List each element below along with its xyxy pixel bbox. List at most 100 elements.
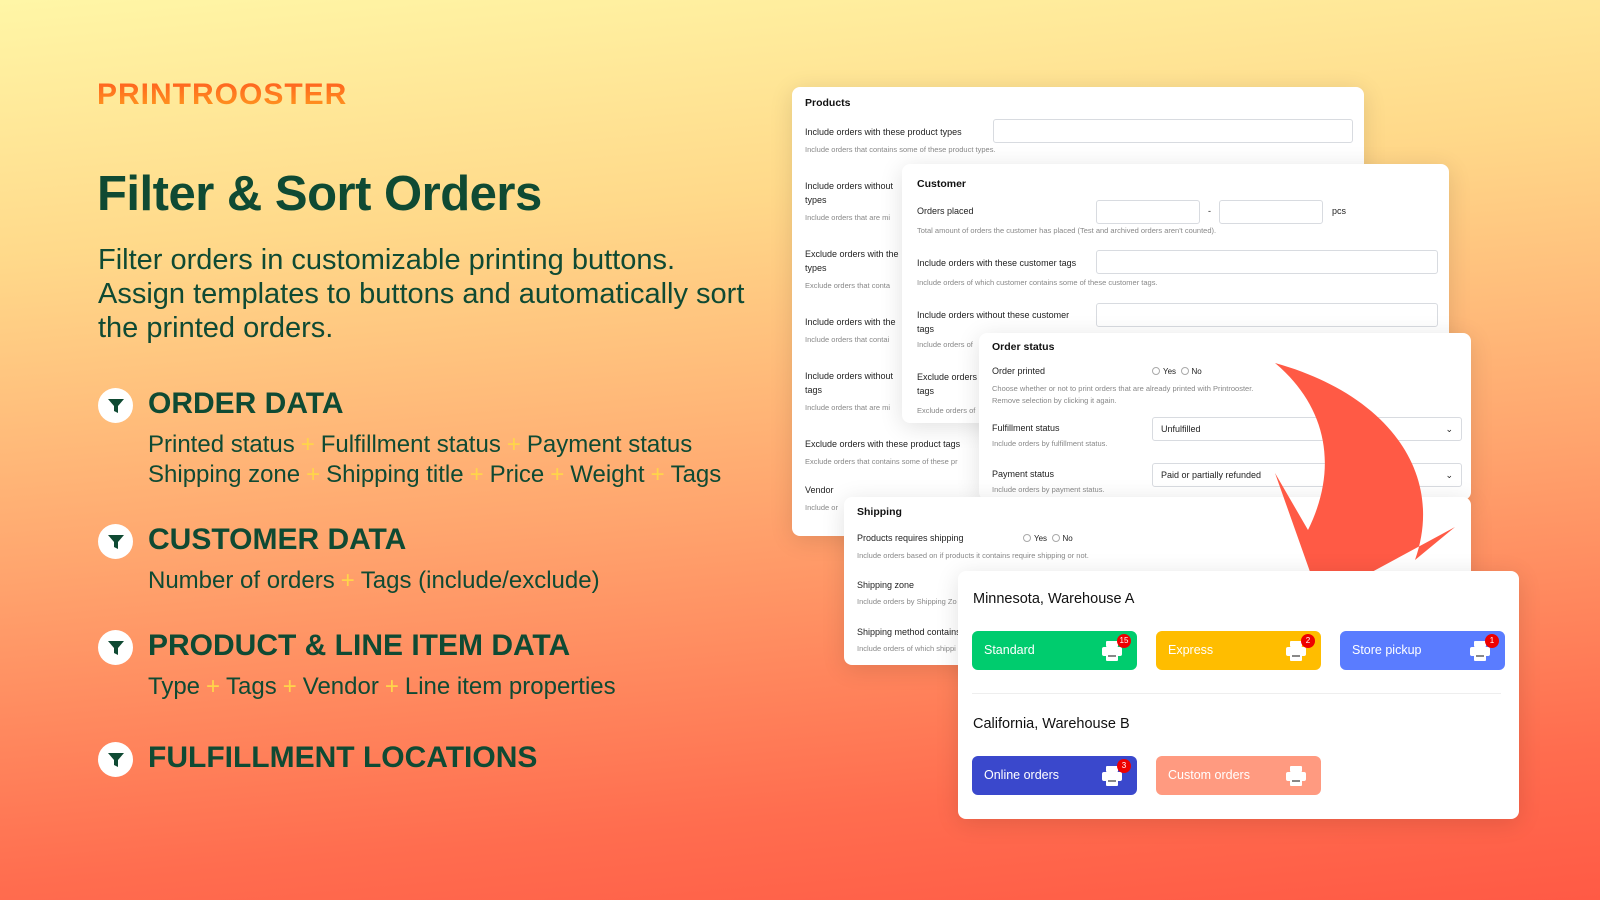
print-button[interactable]: Online orders 3 xyxy=(972,756,1137,795)
radio-yes[interactable] xyxy=(1152,367,1160,375)
customer-title: Customer xyxy=(917,178,967,190)
filter-label: Include orders with the xyxy=(805,317,896,327)
count-badge: 3 xyxy=(1117,759,1131,773)
payment-label: Payment status xyxy=(992,469,1055,479)
count-badge: 2 xyxy=(1301,634,1315,648)
warehouse-name: California, Warehouse B xyxy=(973,716,1130,732)
yes-label: Yes xyxy=(1163,367,1177,376)
feature-item: Fulfillment status xyxy=(320,431,501,458)
orders-help: Total amount of orders the customer has … xyxy=(917,226,1217,235)
method-help: Include orders of which shippi xyxy=(857,644,956,653)
orders-max-input[interactable] xyxy=(1219,200,1323,224)
feature-item: Weight xyxy=(570,461,645,488)
exclude-tags-label: Include orders without these customer ta… xyxy=(917,310,1070,334)
section-heading: CUSTOMER DATA xyxy=(148,523,407,556)
exclude-orders-label: Exclude orders tags xyxy=(917,372,978,396)
payment-help: Include orders by payment status. xyxy=(992,485,1105,494)
products-title: Products xyxy=(805,97,851,109)
feature-item: Line item properties xyxy=(404,673,616,700)
requires-shipping-radios[interactable]: Yes No xyxy=(1023,532,1073,546)
requires-help: Include orders based on if products it c… xyxy=(857,551,1089,560)
section-features: Printed status + Fulfillment status + Paymen… xyxy=(148,430,692,460)
include-tags-label: Include orders with these customer tags xyxy=(917,258,1077,268)
plus-separator: + xyxy=(340,567,355,594)
feature-item: Payment status xyxy=(526,431,693,458)
radio-no[interactable] xyxy=(1180,367,1189,375)
filter-icon xyxy=(98,630,133,665)
shipping-method-label: Shipping method contains xyxy=(857,627,961,637)
plus-separator: + xyxy=(506,431,521,458)
filter-label: Include orders without types xyxy=(805,181,894,205)
filter-help: Include orders that are mi xyxy=(805,403,891,412)
plus-separator: + xyxy=(384,673,399,700)
feature-item: Tags (include/exclude) xyxy=(360,567,600,594)
section-heading: PRODUCT & LINE ITEM DATA xyxy=(148,629,571,662)
print-button[interactable]: Store pickup 1 xyxy=(1340,631,1505,670)
fulfillment-help: Include orders by fulfillment status. xyxy=(992,439,1108,448)
exclude-orders-help: Exclude orders of xyxy=(917,406,976,415)
section-heading: ORDER DATA xyxy=(148,387,344,420)
feature-item: Shipping title xyxy=(326,461,464,488)
feature-item: Shipping zone xyxy=(148,461,301,488)
filter-help: Include orders that contains some of the… xyxy=(805,145,996,154)
button-label: Store pickup xyxy=(1352,643,1422,657)
filter-label: Exclude orders with the types xyxy=(805,249,899,273)
product-types-input[interactable] xyxy=(993,119,1353,143)
feature-item: Tags xyxy=(670,461,722,488)
print-button[interactable]: Standard 15 xyxy=(972,631,1137,670)
warehouse-card: Minnesota, Warehouse A Standard 15 Express 2… xyxy=(958,571,1519,819)
feature-item: Vendor xyxy=(302,673,379,700)
filter-label: Include orders without tags xyxy=(805,371,894,395)
section-features: Shipping zone + Shipping title + Price + Weigh… xyxy=(148,460,721,490)
filter-help: Exclude orders that contains some of the… xyxy=(805,457,958,466)
count-badge: 1 xyxy=(1485,634,1499,648)
divider xyxy=(972,693,1501,694)
feature-item: Tags xyxy=(226,673,277,700)
plus-separator: + xyxy=(469,461,484,488)
fulfillment-label: Fulfillment status xyxy=(992,423,1060,433)
zone-help: Include orders by Shipping Zo xyxy=(857,597,957,606)
exclude-tags-input[interactable] xyxy=(1096,303,1438,327)
feature-item: Price xyxy=(489,461,545,488)
no-label: No xyxy=(1191,367,1202,376)
plus-separator: + xyxy=(206,673,221,700)
radio-no[interactable] xyxy=(1051,534,1060,542)
plus-separator: + xyxy=(300,431,315,458)
plus-separator: + xyxy=(550,461,565,488)
plus-separator: + xyxy=(306,461,321,488)
filter-icon xyxy=(98,742,133,777)
order-printed-radios[interactable]: Yes No xyxy=(1152,365,1202,379)
print-button[interactable]: Express 2 xyxy=(1156,631,1321,670)
filter-help: Include orders that contai xyxy=(805,335,890,344)
range-dash: - xyxy=(1208,206,1211,216)
printer-icon xyxy=(1286,766,1306,786)
filter-icon xyxy=(98,388,133,423)
yes-label: Yes xyxy=(1034,534,1048,543)
printed-help: Choose whether or not to print orders th… xyxy=(992,384,1254,405)
order-status-title: Order status xyxy=(992,341,1055,353)
radio-yes[interactable] xyxy=(1023,534,1031,542)
pcs-unit: pcs xyxy=(1332,206,1347,216)
fulfillment-value: Unfulfilled xyxy=(1161,424,1201,434)
page-title: Filter & Sort Orders xyxy=(97,167,542,221)
feature-item: Printed status xyxy=(148,431,295,458)
button-label: Custom orders xyxy=(1168,768,1250,782)
no-label: No xyxy=(1062,534,1073,543)
filter-icon xyxy=(98,524,133,559)
exclude-tags-help: Include orders of xyxy=(917,340,973,349)
feature-item: Type xyxy=(148,673,201,700)
printer-icon xyxy=(1285,765,1307,790)
requires-shipping-label: Products requires shipping xyxy=(857,533,964,543)
filter-label: Vendor xyxy=(805,485,834,495)
include-tags-input[interactable] xyxy=(1096,250,1438,274)
orders-min-input[interactable] xyxy=(1096,200,1200,224)
button-label: Standard xyxy=(984,643,1035,657)
print-button[interactable]: Custom orders xyxy=(1156,756,1321,795)
filter-help: Include or xyxy=(805,503,838,512)
shipping-title: Shipping xyxy=(857,506,902,518)
feature-item: Number of orders xyxy=(148,567,335,594)
plus-separator: + xyxy=(650,461,665,488)
count-badge: 15 xyxy=(1117,634,1131,648)
plus-separator: + xyxy=(282,673,297,700)
orders-placed-label: Orders placed xyxy=(917,206,974,216)
